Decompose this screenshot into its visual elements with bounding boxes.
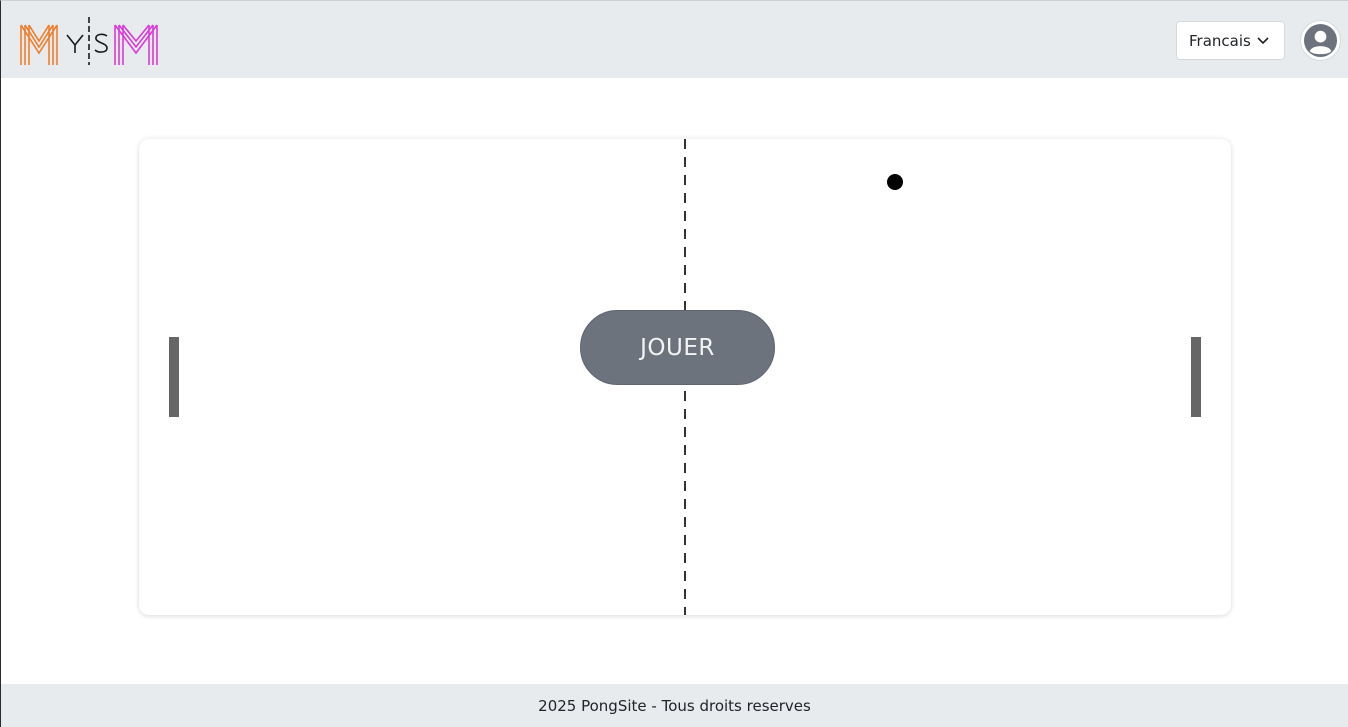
user-avatar-icon xyxy=(1303,23,1338,58)
chevron-down-icon xyxy=(1257,37,1269,45)
pong-ball xyxy=(887,174,903,190)
language-select-value: Francais xyxy=(1189,31,1251,50)
logo-graphic xyxy=(20,17,158,65)
footer-copyright: 2025 PongSite - Tous droits reserves xyxy=(538,697,811,715)
language-select[interactable]: Francais xyxy=(1176,21,1285,60)
site-footer: 2025 PongSite - Tous droits reserves xyxy=(1,684,1348,727)
play-button-label: JOUER xyxy=(640,334,715,361)
site-logo[interactable] xyxy=(19,15,161,67)
right-paddle xyxy=(1191,337,1201,417)
pong-game-area[interactable]: JOUER xyxy=(139,139,1231,615)
user-avatar-button[interactable] xyxy=(1300,20,1341,61)
play-button[interactable]: JOUER xyxy=(580,310,775,385)
left-paddle xyxy=(169,337,179,417)
site-header: Francais xyxy=(1,1,1348,78)
